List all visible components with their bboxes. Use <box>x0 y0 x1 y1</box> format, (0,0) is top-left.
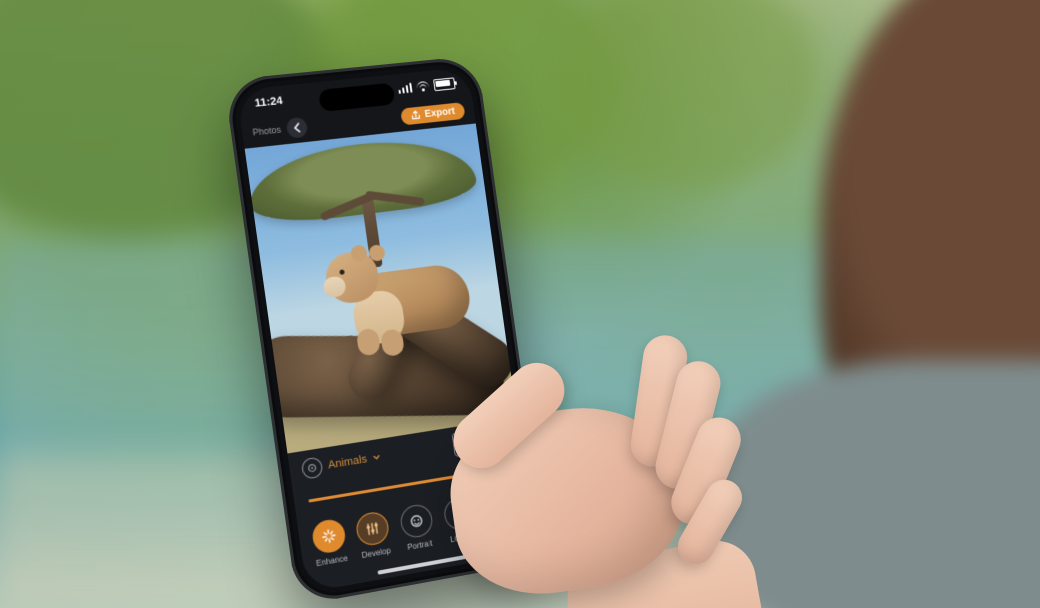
status-time: 11:24 <box>254 95 283 110</box>
hand-holding-phone <box>442 250 772 608</box>
tab-portrait[interactable]: Portrait <box>399 502 436 552</box>
preset-label: Animals <box>327 453 367 471</box>
face-icon <box>399 502 435 539</box>
back-button[interactable] <box>286 117 309 139</box>
sparkle-icon <box>310 517 346 555</box>
preset-selector[interactable]: Animals <box>301 447 382 480</box>
chevron-left-icon <box>292 122 301 133</box>
export-button[interactable]: Export <box>400 102 465 125</box>
back-context-label: Photos <box>252 124 282 137</box>
export-label: Export <box>424 106 456 120</box>
preset-icon <box>301 456 324 479</box>
tab-label: Develop <box>361 546 391 560</box>
scene-photo: 11:24 Photos <box>0 0 1040 608</box>
wifi-icon <box>416 81 430 92</box>
tab-develop[interactable]: Develop <box>355 510 393 560</box>
tab-label: Portrait <box>407 538 433 551</box>
share-icon <box>410 110 421 121</box>
chevron-down-icon <box>372 453 381 462</box>
battery-icon <box>433 77 456 91</box>
sliders-icon <box>355 510 391 547</box>
cellular-icon <box>397 83 412 94</box>
tab-enhance[interactable]: Enhance <box>310 517 348 568</box>
tab-label: Enhance <box>316 553 349 568</box>
